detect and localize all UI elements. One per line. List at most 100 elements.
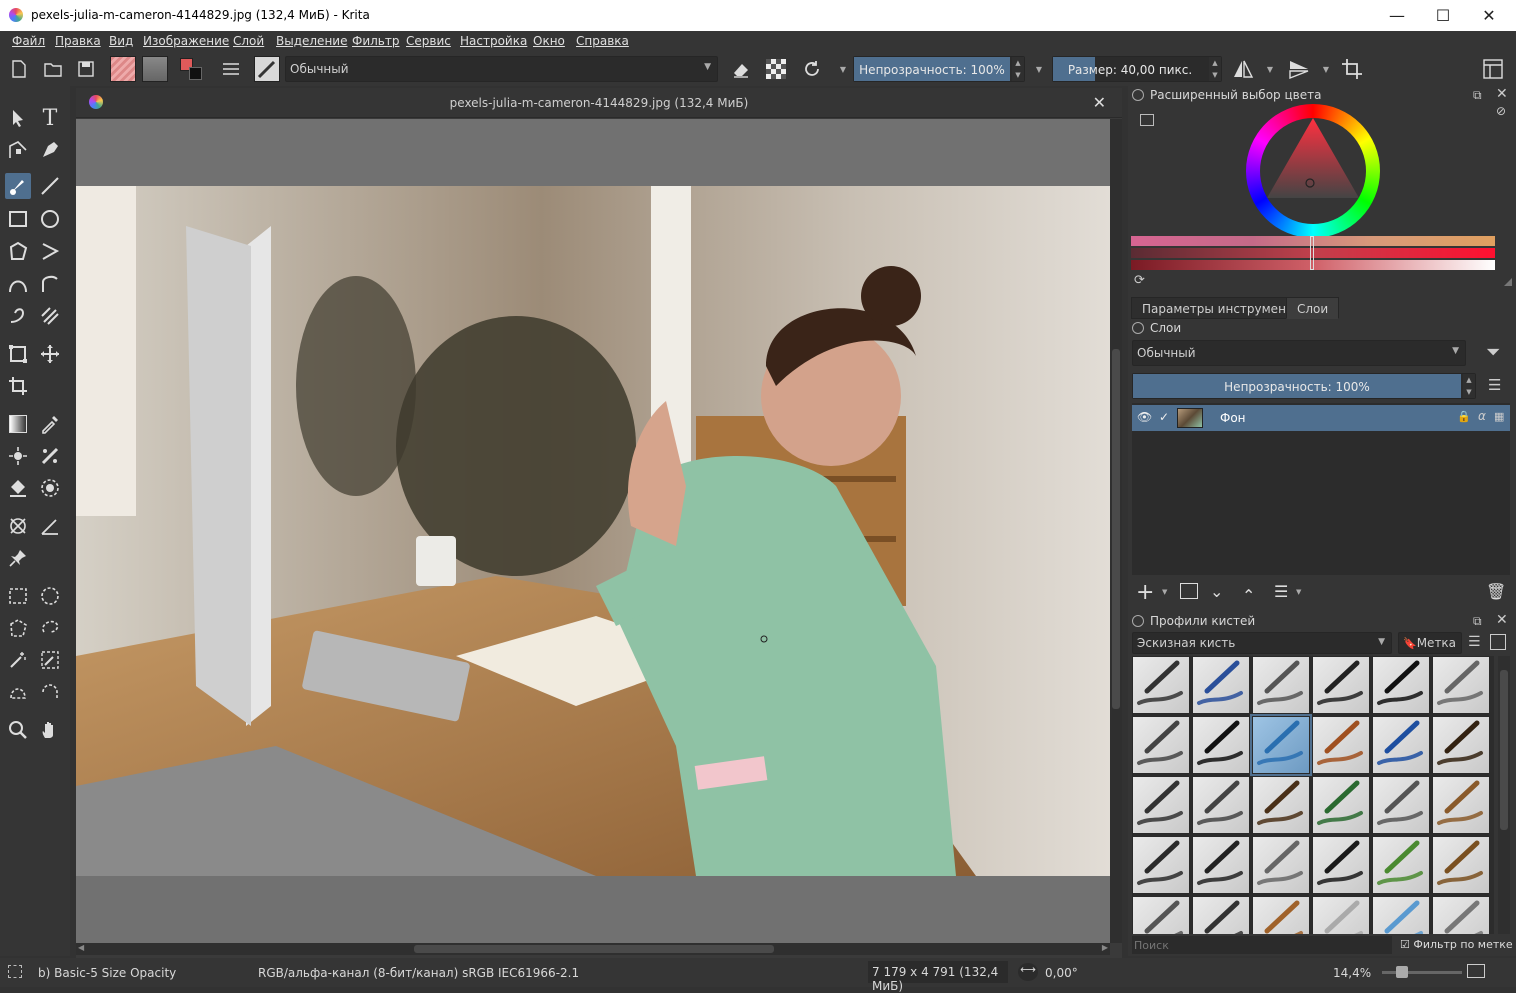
fit-page-icon[interactable] [1467,964,1485,978]
brush-preset-tile[interactable] [1432,836,1490,894]
move-layer-up-icon[interactable]: ⌃ [1242,586,1255,605]
photo-image[interactable] [76,186,1110,876]
transform-tool[interactable] [5,341,31,367]
brush-preset-tile[interactable] [1132,836,1190,894]
size-spin-arrows[interactable]: ▲ ▼ [1209,57,1221,81]
opacity-slider[interactable]: Непрозрачность: 100% ▲ ▼ [853,56,1025,82]
brush-preset-tile[interactable] [1192,716,1250,774]
rectangular-selection-tool[interactable] [5,583,31,609]
brush-preset-tile[interactable] [1432,716,1490,774]
assistant-tool[interactable] [5,513,31,539]
brush-grid-scroll-thumb[interactable] [1500,670,1508,830]
save-button[interactable] [75,58,97,80]
select-shapes-tool[interactable] [5,105,31,131]
brush-preset-tile[interactable] [1132,716,1190,774]
brush-settings-button[interactable] [220,58,242,80]
close-panel-icon[interactable]: ✕ [1496,612,1508,628]
minimize-button[interactable]: — [1374,0,1420,31]
brush-preset-tile[interactable] [1192,656,1250,714]
filter-by-tag-checkbox[interactable]: ☑ Фильтр по метке [1400,938,1513,951]
brush-preset-tile[interactable] [1432,896,1490,934]
brush-preset-tile[interactable] [1432,776,1490,834]
brush-preset-tile[interactable] [1372,656,1430,714]
brush-search-input[interactable] [1132,936,1392,954]
scroll-left-icon[interactable]: ◀ [78,943,84,952]
open-document-button[interactable] [42,58,64,80]
brush-preset-tile[interactable] [1312,716,1370,774]
polygon-tool[interactable] [5,238,31,264]
layer-name[interactable]: Фон [1220,411,1246,425]
alpha-lock-icon[interactable]: α [1478,409,1486,423]
brush-preset-tile[interactable] [1312,776,1370,834]
canvas[interactable] [76,119,1110,943]
reload-preset-button[interactable] [801,58,823,80]
lock-icon[interactable] [1132,89,1144,101]
layer-row[interactable]: 👁 ✓ Фон 🔒 α ▦ [1132,405,1510,431]
panel-layout-icon[interactable] [1490,634,1506,650]
close-window-button[interactable]: ✕ [1466,0,1512,31]
zoom-tool[interactable] [5,717,31,743]
menu-tools[interactable]: Сервис [406,34,451,48]
brush-preset-tile[interactable] [1132,776,1190,834]
color-picker-tool[interactable] [37,411,63,437]
contiguous-selection-tool[interactable] [5,647,31,673]
brush-preset-tile[interactable] [1432,656,1490,714]
disable-icon[interactable]: ⊘ [1496,104,1506,118]
brush-preset-tile[interactable] [1252,776,1310,834]
eye-icon[interactable]: 👁 [1137,410,1152,424]
menu-filter[interactable]: Фильтр [352,34,399,48]
polyline-tool[interactable] [37,238,63,264]
brush-preset-tile[interactable] [1372,896,1430,934]
fg-bg-color-selector[interactable] [178,56,206,84]
brush-preset-button[interactable] [254,56,280,82]
scroll-right-icon[interactable]: ▶ [1102,943,1108,952]
brush-preset-tile[interactable] [1372,836,1430,894]
brush-grid-scrollbar[interactable] [1498,656,1510,934]
float-panel-icon[interactable]: ⧉ [1473,88,1482,103]
vertical-scroll-thumb[interactable] [1112,349,1120,709]
brush-preset-tile[interactable] [1252,896,1310,934]
duplicate-layer-icon[interactable] [1180,583,1198,599]
zoom-slider-handle[interactable] [1396,966,1408,978]
rectangle-tool[interactable] [5,206,31,232]
filter-icon[interactable]: ⏷ [1486,342,1500,363]
tab-layers[interactable]: Слои [1286,297,1340,319]
layer-opacity-slider[interactable]: Непрозрачность: 100% ▲ ▼ [1132,373,1476,399]
fill-tool[interactable] [5,475,31,501]
chevron-down-icon[interactable]: ▼ [1028,58,1050,80]
saturation-value-triangle[interactable] [1263,116,1363,206]
opacity-spin-arrows[interactable]: ▲ ▼ [1012,57,1024,81]
dynamic-brush-tool[interactable] [5,303,31,329]
close-panel-icon[interactable]: ✕ [1496,86,1508,102]
brush-preset-tile[interactable] [1312,656,1370,714]
calligraphy-tool[interactable] [37,137,63,163]
chevron-down-icon[interactable]: ▼ [1259,58,1281,80]
magnetic-selection-tool[interactable] [37,679,63,705]
checkmark-icon[interactable]: ✓ [1159,410,1169,424]
chevron-down-icon[interactable]: ▼ [1296,588,1301,596]
menu-settings[interactable]: Настройка [460,34,527,48]
delete-layer-icon[interactable]: 🗑 [1486,582,1506,601]
brush-preset-tile[interactable] [1372,776,1430,834]
maximize-button[interactable]: ☐ [1420,0,1466,31]
view-mode-icon[interactable]: ☰ [1468,634,1481,650]
brush-preset-tile[interactable] [1192,836,1250,894]
new-document-button[interactable] [8,58,30,80]
layer-opacity-spin[interactable]: ▲ ▼ [1463,374,1475,398]
tag-button[interactable]: 🔖Метка [1398,632,1462,654]
chevron-down-icon[interactable]: ▼ [1315,58,1337,80]
multibrush-tool[interactable] [37,303,63,329]
zoom-slider[interactable] [1382,971,1462,974]
image-dimensions[interactable]: 7 179 x 4 791 (132,4 МиБ) [868,961,1008,993]
smart-patch-tool[interactable] [37,443,63,469]
enclose-fill-tool[interactable] [37,475,63,501]
size-slider[interactable]: Размер: 40,00 пикс. ▲ ▼ [1052,56,1222,82]
layer-properties-icon[interactable]: ☰ [1274,582,1288,601]
menu-edit[interactable]: Правка [55,34,101,48]
horizontal-scrollbar[interactable]: ◀ ▶ [76,943,1110,955]
freehand-brush-tool[interactable] [5,173,31,199]
eraser-mode-button[interactable] [730,58,752,80]
color-selector-settings-icon[interactable] [1140,114,1154,126]
brush-preset-tile[interactable] [1132,656,1190,714]
brush-preset-tile[interactable] [1312,836,1370,894]
